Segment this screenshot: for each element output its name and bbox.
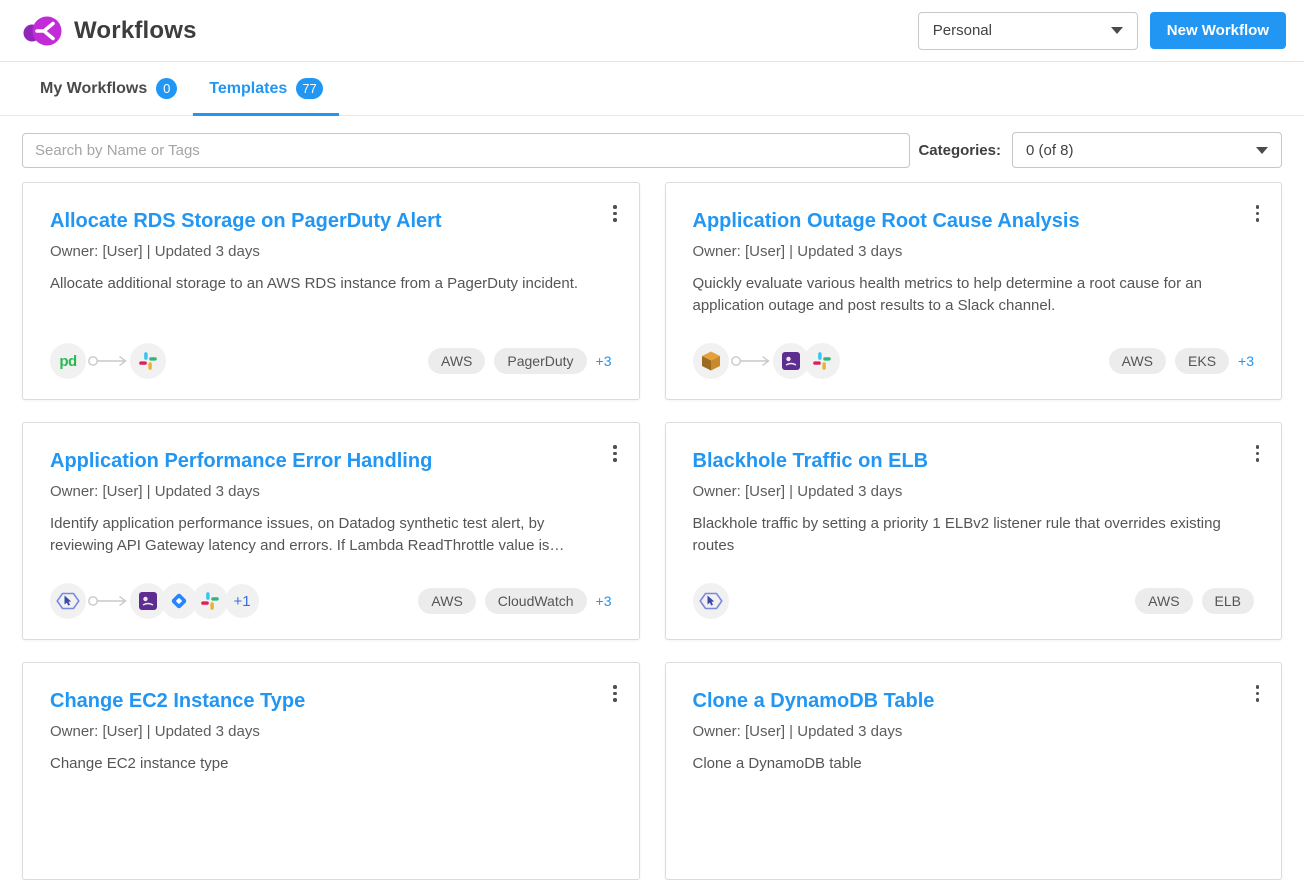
tab-label: Templates: [209, 80, 287, 98]
workflow-title-link[interactable]: Application Performance Error Handling: [50, 448, 612, 474]
slack-icon: [192, 583, 228, 619]
tab-count-badge: 0: [156, 78, 177, 99]
scope-select[interactable]: Personal: [918, 12, 1138, 50]
tab-bar: My Workflows 0 Templates 77: [0, 62, 1304, 116]
tag-list: AWS PagerDuty +3: [428, 348, 612, 374]
more-tags-link[interactable]: +3: [1238, 353, 1254, 369]
filter-bar: Categories: 0 (of 8): [22, 132, 1282, 168]
card-menu-button[interactable]: [1248, 681, 1268, 706]
tag: AWS: [428, 348, 485, 374]
card-menu-button[interactable]: [605, 201, 625, 226]
tag: EKS: [1175, 348, 1229, 374]
workflow-title-link[interactable]: Clone a DynamoDB Table: [693, 688, 1255, 714]
workflow-meta: Owner: [User] | Updated 3 days: [50, 723, 612, 740]
arrow-connector-icon: [87, 594, 129, 608]
arrow-connector-icon: [730, 354, 772, 368]
aws-cube-icon: [693, 343, 729, 379]
workflow-title-link[interactable]: Change EC2 Instance Type: [50, 688, 612, 714]
workflow-description: Blackhole traffic by setting a priority …: [693, 513, 1255, 557]
workflow-meta: Owner: [User] | Updated 3 days: [50, 243, 612, 260]
workflow-meta: Owner: [User] | Updated 3 days: [693, 723, 1255, 740]
tab-templates[interactable]: Templates 77: [193, 62, 338, 115]
integration-icons: pd: [50, 343, 166, 379]
tag: PagerDuty: [494, 348, 586, 374]
workflow-description: Allocate additional storage to an AWS RD…: [50, 273, 612, 295]
workflow-description: Clone a DynamoDB table: [693, 753, 1255, 775]
tab-label: My Workflows: [40, 80, 147, 98]
tag: CloudWatch: [485, 588, 587, 614]
workflow-card: Allocate RDS Storage on PagerDuty Alert …: [22, 182, 640, 400]
workflow-meta: Owner: [User] | Updated 3 days: [693, 243, 1255, 260]
workflow-meta: Owner: [User] | Updated 3 days: [693, 483, 1255, 500]
search-input[interactable]: [22, 133, 910, 168]
categories-select-value: 0 (of 8): [1026, 142, 1074, 159]
tag: AWS: [418, 588, 475, 614]
workflow-card: Clone a DynamoDB Table Owner: [User] | U…: [665, 662, 1283, 880]
tab-count-badge: 77: [296, 78, 322, 99]
new-workflow-button[interactable]: New Workflow: [1150, 12, 1286, 49]
tag: ELB: [1202, 588, 1254, 614]
arrow-connector-icon: [87, 354, 129, 368]
tag-list: AWS ELB: [1135, 588, 1254, 614]
card-menu-button[interactable]: [1248, 201, 1268, 226]
chevron-down-icon: [1111, 27, 1123, 34]
categories-select[interactable]: 0 (of 8): [1012, 132, 1282, 168]
workflow-title-link[interactable]: Allocate RDS Storage on PagerDuty Alert: [50, 208, 612, 234]
more-icons-badge[interactable]: +1: [225, 584, 259, 618]
card-menu-button[interactable]: [1248, 441, 1268, 466]
workflow-card: Application Outage Root Cause Analysis O…: [665, 182, 1283, 400]
workflow-description: Change EC2 instance type: [50, 753, 612, 775]
tag-list: AWS CloudWatch +3: [418, 588, 611, 614]
page-title: Workflows: [74, 17, 197, 45]
tag-list: AWS EKS +3: [1109, 348, 1254, 374]
more-tags-link[interactable]: +3: [596, 593, 612, 609]
integration-icons: [693, 583, 729, 619]
slack-icon: [804, 343, 840, 379]
categories-label: Categories:: [918, 142, 1001, 159]
workflow-meta: Owner: [User] | Updated 3 days: [50, 483, 612, 500]
app-header: Workflows Personal New Workflow: [0, 0, 1304, 62]
card-menu-button[interactable]: [605, 441, 625, 466]
workflow-card: Change EC2 Instance Type Owner: [User] |…: [22, 662, 640, 880]
card-menu-button[interactable]: [605, 681, 625, 706]
more-tags-link[interactable]: +3: [596, 353, 612, 369]
workflow-card: Blackhole Traffic on ELB Owner: [User] |…: [665, 422, 1283, 640]
integration-icons: +1: [50, 583, 259, 619]
workflow-title-link[interactable]: Application Outage Root Cause Analysis: [693, 208, 1255, 234]
workflow-description: Identify application performance issues,…: [50, 513, 612, 557]
tag: AWS: [1135, 588, 1192, 614]
chevron-down-icon: [1256, 147, 1268, 154]
scope-select-value: Personal: [933, 22, 992, 39]
integration-icons: [693, 343, 840, 379]
slack-icon: [130, 343, 166, 379]
synthetic-test-hexagon-icon: [693, 583, 729, 619]
workflow-title-link[interactable]: Blackhole Traffic on ELB: [693, 448, 1255, 474]
workflow-description: Quickly evaluate various health metrics …: [693, 273, 1255, 317]
brand-logo-icon: [22, 13, 64, 49]
tab-my-workflows[interactable]: My Workflows 0: [24, 62, 193, 115]
synthetic-test-hexagon-icon: [50, 583, 86, 619]
tag: AWS: [1109, 348, 1166, 374]
pagerduty-icon: pd: [50, 343, 86, 379]
workflow-grid: Allocate RDS Storage on PagerDuty Alert …: [22, 182, 1282, 880]
workflow-card: Application Performance Error Handling O…: [22, 422, 640, 640]
